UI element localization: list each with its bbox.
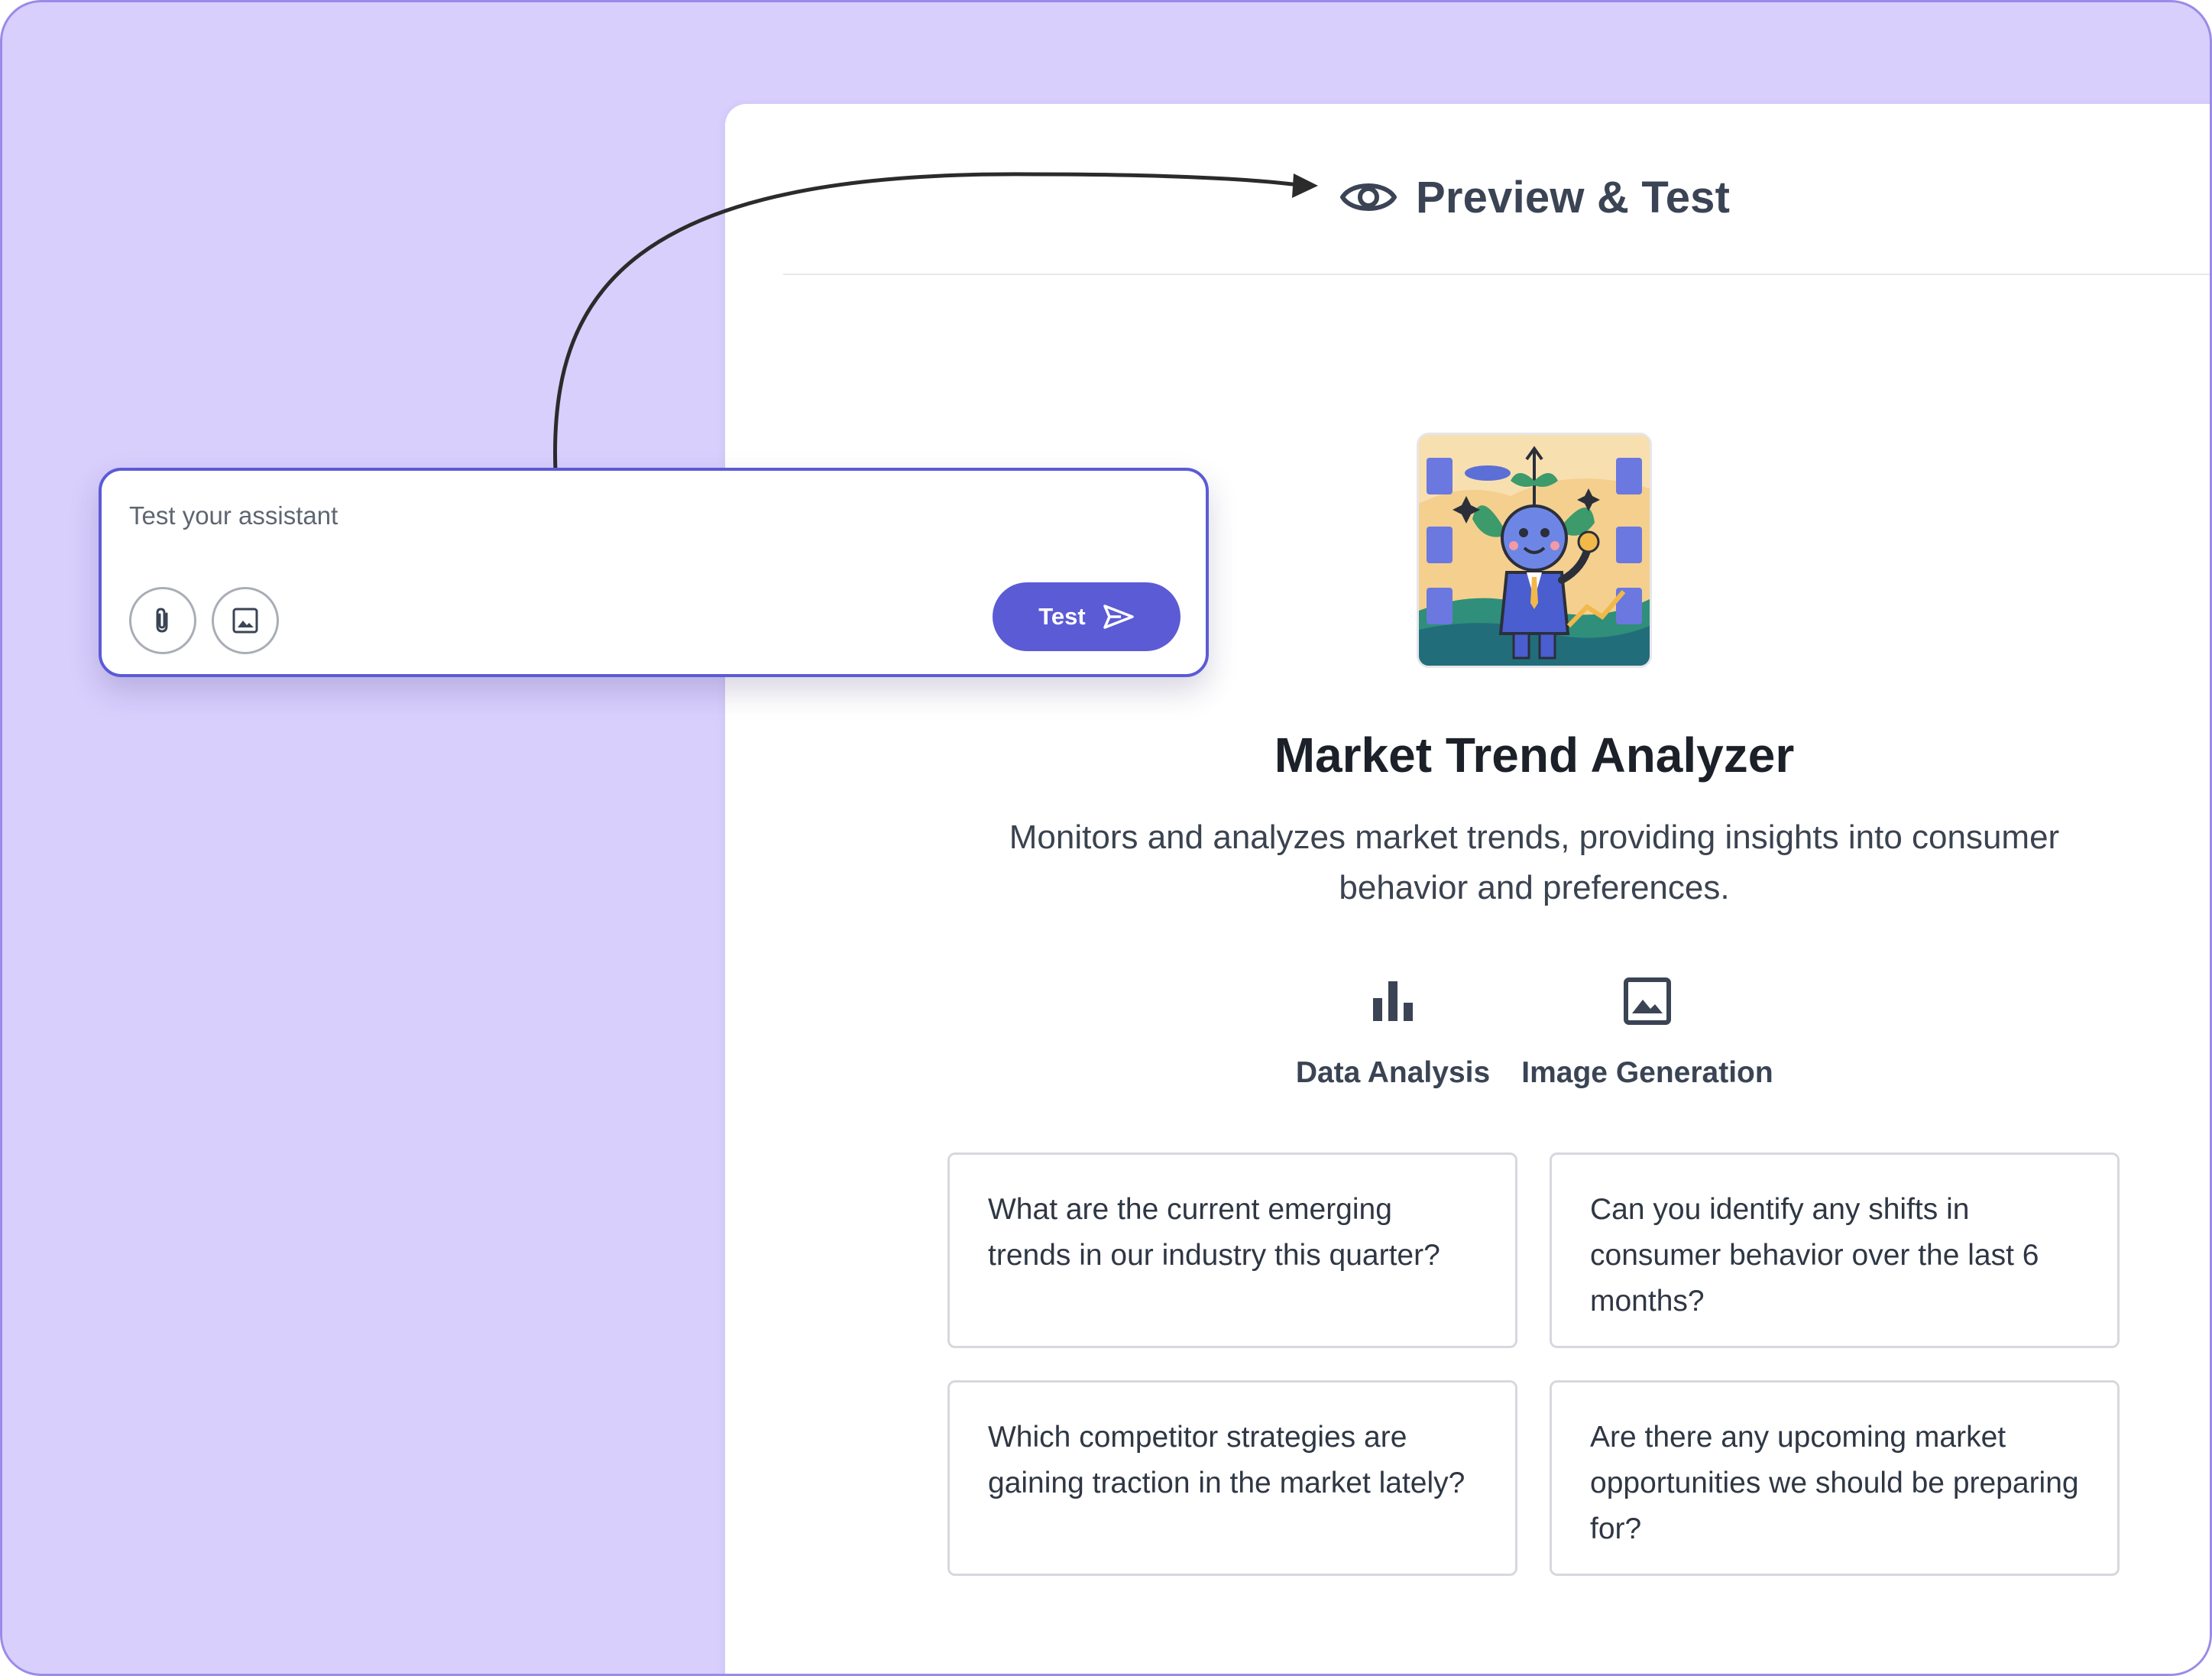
- assistant-description: Monitors and analyzes market trends, pro…: [1009, 819, 2060, 906]
- assistant-avatar: [1417, 433, 1652, 668]
- image-upload-button[interactable]: [212, 587, 279, 654]
- app-frame: Preview & Test Market Trend Analyzer Mon…: [0, 0, 2212, 1676]
- image-icon: [232, 608, 258, 634]
- prompt-card[interactable]: Are there any upcoming market opportunit…: [1550, 1380, 2120, 1576]
- send-icon: [1103, 605, 1134, 629]
- test-button-label: Test: [1038, 603, 1086, 630]
- prompt-card[interactable]: What are the current emerging trends in …: [947, 1152, 1517, 1348]
- capability-image-generation: Image Generation: [1521, 977, 1773, 1090]
- paperclip-icon: [156, 608, 168, 633]
- bar-chart-icon: [1373, 981, 1413, 1021]
- test-input[interactable]: Test your assistant: [129, 501, 338, 530]
- prompt-card[interactable]: Which competitor strategies are gaining …: [947, 1380, 1517, 1576]
- capability-data-analysis: Data Analysis: [1294, 977, 1492, 1090]
- test-input-card: Test your assistant Test: [99, 468, 1209, 677]
- capability-label: Image Generation: [1521, 1056, 1773, 1089]
- attach-button[interactable]: [129, 587, 196, 654]
- preview-header: Preview & Test: [1339, 163, 1730, 232]
- eye-icon: [1340, 183, 1397, 211]
- test-button[interactable]: Test: [993, 582, 1180, 651]
- prompt-card[interactable]: Can you identify any shifts in consumer …: [1550, 1152, 2120, 1348]
- header-divider: [783, 274, 2210, 275]
- assistant-name: Market Trend Analyzer: [1274, 728, 1795, 783]
- image-icon: [1624, 977, 1671, 1025]
- assistant-avatar-illustration: [1419, 435, 1650, 666]
- preview-title: Preview & Test: [1416, 172, 1731, 222]
- capability-label: Data Analysis: [1295, 1056, 1491, 1089]
